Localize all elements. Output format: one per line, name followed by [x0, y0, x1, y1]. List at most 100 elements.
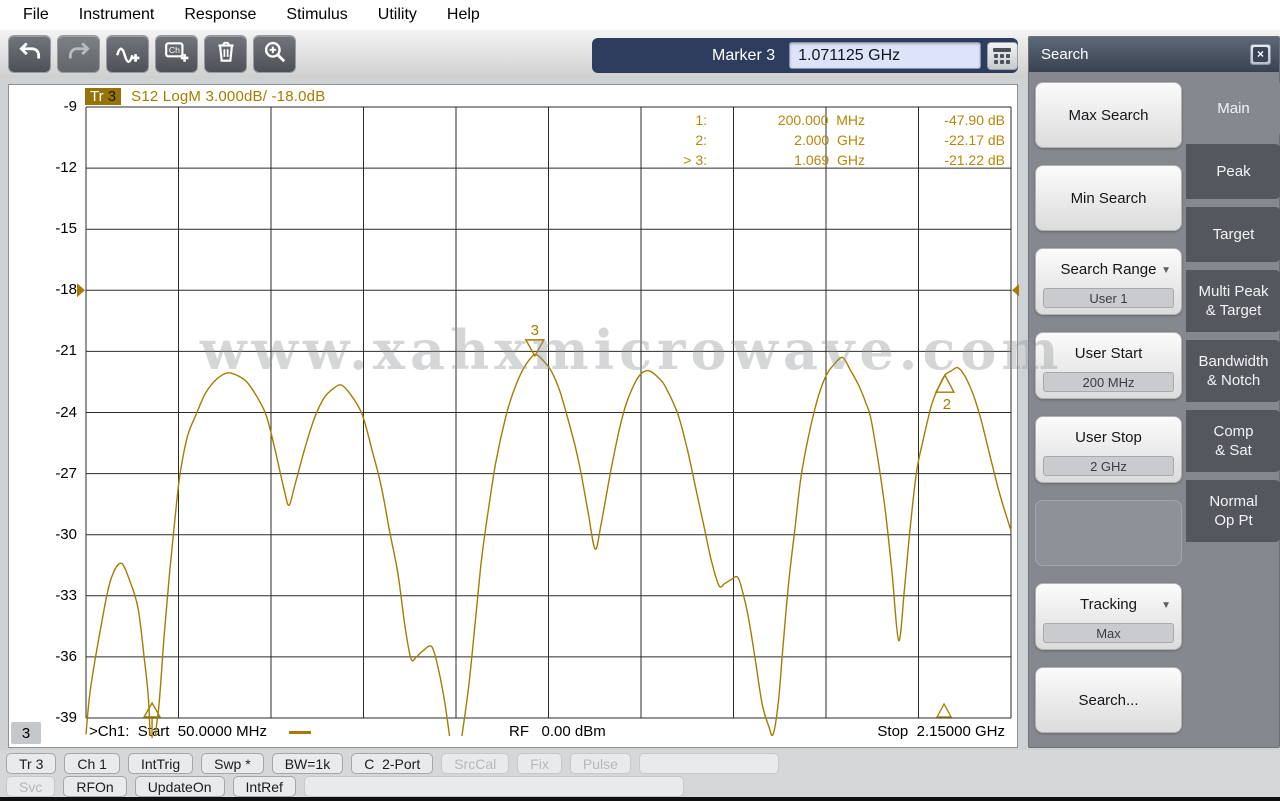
- tab-comp-sat[interactable]: Comp & Sat: [1186, 410, 1280, 472]
- marker-entry-label: Marker 3: [712, 47, 775, 65]
- marker-table-row: 1:200.000 MHz-47.90 dB: [665, 110, 1013, 130]
- marker-table-cell: -21.22 dB: [865, 152, 1005, 168]
- max-search-button[interactable]: Max Search: [1035, 82, 1182, 148]
- min-search-button[interactable]: Min Search: [1035, 165, 1182, 231]
- status-swp-[interactable]: Swp *: [201, 753, 264, 774]
- delete-button[interactable]: [204, 35, 247, 73]
- marker-table-cell: 2.000 GHz: [707, 132, 865, 148]
- trace-info-label: S12 LogM 3.000dB/ -18.0dB: [131, 88, 325, 105]
- tab-bandwidth-notch[interactable]: Bandwidth & Notch: [1186, 340, 1280, 402]
- delete-icon: [213, 39, 239, 70]
- user-start-button[interactable]: User Start200 MHz: [1035, 332, 1182, 399]
- chevron-down-icon: ▼: [1161, 265, 1171, 276]
- tab-multi-peak-target[interactable]: Multi Peak & Target: [1186, 270, 1280, 332]
- stop-frequency-label: Stop 2.15000 GHz: [877, 723, 1005, 740]
- marker-3-label: 3: [531, 322, 539, 339]
- keypad-button[interactable]: [987, 42, 1018, 70]
- axis-marker-triangle: [937, 704, 951, 717]
- marker-table-cell: 200.000 MHz: [707, 112, 865, 128]
- status-c-2-port[interactable]: C 2-Port: [351, 753, 433, 774]
- marker-table-cell: 1:: [665, 112, 707, 128]
- status-fix: Fix: [517, 753, 562, 774]
- marker-frequency-input[interactable]: 1.071125 GHz: [789, 42, 981, 69]
- start-frequency-label: >Ch1: Start 50.0000 MHz: [89, 723, 267, 740]
- menu-item-help[interactable]: Help: [434, 3, 493, 27]
- search-panel-title: Search: [1041, 46, 1250, 63]
- marker-table-cell: > 3:: [665, 152, 707, 168]
- tab-main[interactable]: Main: [1186, 81, 1280, 136]
- tab-normal-op-pt[interactable]: Normal Op Pt: [1186, 480, 1280, 542]
- add-trace-icon: [115, 39, 141, 70]
- s12-trace-chart: 23: [9, 85, 1019, 749]
- status-bw-1k[interactable]: BW=1k: [272, 753, 344, 774]
- status-pulse: Pulse: [570, 753, 631, 774]
- search-range-button[interactable]: Search Range▼User 1: [1035, 248, 1182, 315]
- status-intref[interactable]: IntRef: [233, 776, 296, 797]
- status-ch-1[interactable]: Ch 1: [64, 753, 120, 774]
- button-label: Max Search: [1068, 107, 1148, 124]
- menu-bar: FileInstrumentResponseStimulusUtilityHel…: [0, 0, 1280, 30]
- button-label: Search...: [1078, 692, 1138, 709]
- y-axis-tick-label: -33: [25, 587, 77, 604]
- menu-item-utility[interactable]: Utility: [365, 3, 430, 27]
- marker-2-label: 2: [943, 396, 951, 413]
- undo-icon: [17, 39, 43, 70]
- bottom-strip: [0, 797, 1280, 801]
- status-srccal: SrcCal: [441, 753, 509, 774]
- y-axis-tick-label: -18: [25, 281, 77, 298]
- menu-item-instrument[interactable]: Instrument: [66, 3, 168, 27]
- status-tr-3[interactable]: Tr 3: [6, 753, 56, 774]
- zoom-icon: [262, 39, 288, 70]
- svg-text:Ch: Ch: [168, 45, 179, 55]
- redo-icon: [66, 39, 92, 70]
- status-empty: [304, 776, 684, 797]
- search-button[interactable]: Search...: [1035, 667, 1182, 733]
- search-panel-buttons: Max SearchMin SearchSearch Range▼User 1U…: [1029, 72, 1186, 750]
- search-panel: Search × Max SearchMin SearchSearch Rang…: [1028, 36, 1280, 748]
- ref-level-triangle-right: [1012, 283, 1019, 297]
- tab-peak[interactable]: Peak: [1186, 144, 1280, 199]
- plot-footer: 3 >Ch1: Start 50.0000 MHz RF 0.00 dBm St…: [9, 719, 1019, 745]
- marker-table-cell: -47.90 dB: [865, 112, 1005, 128]
- marker-entry-bar: Marker 3 1.071125 GHz: [592, 38, 1018, 73]
- marker-table-row: > 3:1.069 GHz-21.22 dB: [665, 150, 1013, 170]
- button-value: User 1: [1043, 288, 1174, 308]
- menu-item-response[interactable]: Response: [171, 3, 269, 27]
- marker-1-symbol: [144, 703, 160, 717]
- button-label: User Start: [1075, 345, 1143, 362]
- menu-item-file[interactable]: File: [10, 3, 62, 27]
- marker-table-row: 2:2.000 GHz-22.17 dB: [665, 130, 1013, 150]
- status-inttrig[interactable]: IntTrig: [128, 753, 193, 774]
- add-trace-button[interactable]: [106, 35, 149, 73]
- undo-button[interactable]: [8, 35, 51, 73]
- button-label: Min Search: [1071, 190, 1147, 207]
- status-updateon[interactable]: UpdateOn: [135, 776, 225, 797]
- plot-window: Tr 3 S12 LogM 3.000dB/ -18.0dB 1:200.000…: [8, 84, 1018, 748]
- rf-power-label: RF 0.00 dBm: [509, 723, 606, 740]
- channel-badge[interactable]: 3: [11, 722, 41, 744]
- status-bar: Tr 3 Ch 1 IntTrig Swp * BW=1k C 2-Port SrcCal F…: [0, 750, 1280, 797]
- marker-readout-table: 1:200.000 MHz-47.90 dB2:2.000 GHz-22.17 …: [665, 110, 1013, 170]
- add-channel-button[interactable]: Ch: [155, 35, 198, 73]
- zoom-button[interactable]: [253, 35, 296, 73]
- close-button[interactable]: ×: [1250, 44, 1271, 65]
- y-axis-tick-label: -9: [25, 98, 77, 115]
- status-rfon[interactable]: RFOn: [63, 776, 126, 797]
- marker-2-symbol: [936, 375, 954, 392]
- y-axis-tick-label: -15: [25, 220, 77, 237]
- trace-color-legend: [289, 731, 311, 734]
- redo-button[interactable]: [57, 35, 100, 73]
- trace-badge[interactable]: Tr 3: [85, 88, 121, 105]
- button-value: Max: [1043, 623, 1174, 643]
- user-stop-button[interactable]: User Stop2 GHz: [1035, 416, 1182, 483]
- y-axis-tick-label: -27: [25, 465, 77, 482]
- marker-table-cell: 2:: [665, 132, 707, 148]
- trace-badge-tr: Tr: [90, 88, 108, 105]
- menu-item-stimulus[interactable]: Stimulus: [273, 3, 360, 27]
- tracking-button[interactable]: Tracking▼Max: [1035, 583, 1182, 650]
- status-svc: Svc: [6, 776, 55, 797]
- button-value: 2 GHz: [1043, 456, 1174, 476]
- ref-level-triangle-left: [77, 283, 85, 297]
- button-label: Tracking: [1080, 596, 1137, 613]
- tab-target[interactable]: Target: [1186, 207, 1280, 262]
